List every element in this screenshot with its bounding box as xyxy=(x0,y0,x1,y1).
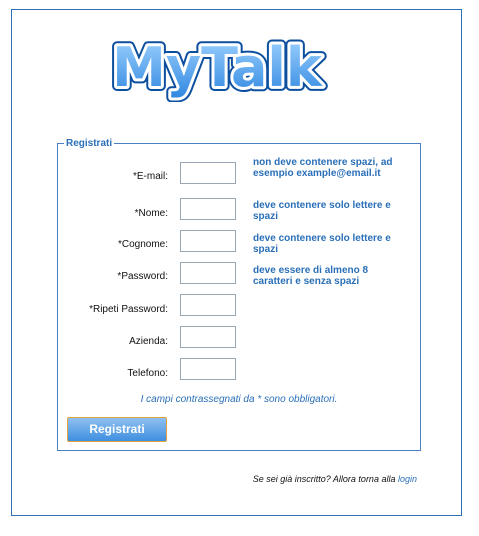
required-fields-note: I campi contrassegnati da * sono obbliga… xyxy=(140,394,338,405)
name-hint: deve contenere solo lettere e spazi xyxy=(253,200,391,222)
password-label: *Password: xyxy=(117,271,168,282)
login-prompt: Se sei già inscritto? Allora torna alla … xyxy=(253,474,417,484)
repeat-password-input[interactable] xyxy=(180,294,236,316)
login-link[interactable]: login xyxy=(398,474,417,484)
surname-hint: deve contenere solo lettere e spazi xyxy=(253,233,391,255)
register-button[interactable]: Registrati xyxy=(67,417,167,442)
svg-text:MyTalk: MyTalk xyxy=(112,36,323,99)
name-label: *Nome: xyxy=(134,208,168,219)
email-hint: non deve contenere spazi, ad esempio exa… xyxy=(253,157,393,179)
phone-input[interactable] xyxy=(180,358,236,380)
login-prompt-text: Se sei già inscritto? Allora torna alla xyxy=(252,474,396,484)
phone-label: Telefono: xyxy=(127,368,168,379)
repeat-password-label: *Ripeti Password: xyxy=(89,304,168,315)
name-input[interactable] xyxy=(180,198,236,220)
surname-label: *Cognome: xyxy=(117,239,168,250)
surname-input[interactable] xyxy=(180,230,236,252)
mytalk-logo: MyTalk MyTalk MyTalk xyxy=(107,32,328,102)
form-legend: Registrati xyxy=(66,138,113,149)
password-input[interactable] xyxy=(180,262,236,284)
company-label: Azienda: xyxy=(129,336,168,347)
company-input[interactable] xyxy=(180,326,236,348)
email-input[interactable] xyxy=(180,162,236,184)
email-label: *E-mail: xyxy=(132,171,168,182)
password-hint: deve essere di almeno 8 caratteri e senz… xyxy=(253,265,369,287)
